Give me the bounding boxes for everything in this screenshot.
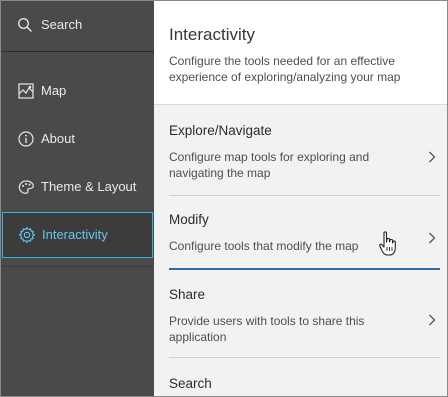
sidebar-search-label: Search	[41, 17, 83, 32]
app-window: Search Map About Theme & Layout Interact…	[0, 0, 448, 397]
section-description: Configure tools that modify the map	[169, 239, 359, 253]
sidebar-item-label: About	[41, 131, 75, 146]
sidebar-item-label: Interactivity	[42, 227, 108, 242]
page-description: Configure the tools needed for an effect…	[169, 54, 401, 84]
gear-icon	[18, 226, 36, 244]
sidebar-search[interactable]: Search	[1, 1, 154, 50]
chevron-right-icon	[429, 314, 436, 326]
settings-panel: Interactivity Configure the tools needed…	[154, 1, 447, 396]
section-description: Configure map tools for exploring and na…	[169, 150, 370, 180]
chevron-right-icon	[429, 232, 436, 244]
sidebar: Search Map About Theme & Layout Interact…	[1, 1, 154, 396]
page-title: Interactivity	[169, 25, 255, 44]
section-title: Share	[169, 287, 206, 302]
map-icon	[18, 83, 34, 99]
section-share[interactable]: Share Provide users with tools to share …	[154, 271, 447, 355]
section-divider-active	[169, 268, 440, 270]
sidebar-item-theme-layout[interactable]: Theme & Layout	[1, 163, 154, 211]
section-title: Search	[169, 376, 212, 391]
section-title: Modify	[169, 212, 209, 227]
section-description: Provide users with tools to share this a…	[169, 314, 365, 344]
search-icon	[18, 18, 32, 32]
section-search[interactable]: Search	[154, 358, 447, 396]
sidebar-item-label: Theme & Layout	[41, 179, 137, 194]
sidebar-divider	[1, 266, 154, 267]
section-modify[interactable]: Modify Configure tools that modify the m…	[154, 196, 447, 268]
section-title: Explore/Navigate	[169, 123, 272, 138]
panel-header: Interactivity Configure the tools needed…	[154, 1, 447, 105]
sidebar-divider	[1, 51, 154, 52]
info-icon	[18, 131, 34, 147]
section-explore-navigate[interactable]: Explore/Navigate Configure map tools for…	[154, 105, 447, 195]
sidebar-item-about[interactable]: About	[1, 115, 154, 163]
palette-icon	[18, 180, 34, 194]
sidebar-item-interactivity[interactable]: Interactivity	[2, 212, 153, 258]
sidebar-item-label: Map	[41, 83, 67, 98]
chevron-right-icon	[429, 151, 436, 163]
sidebar-item-map[interactable]: Map	[1, 67, 154, 115]
hand-cursor-icon	[379, 231, 396, 256]
